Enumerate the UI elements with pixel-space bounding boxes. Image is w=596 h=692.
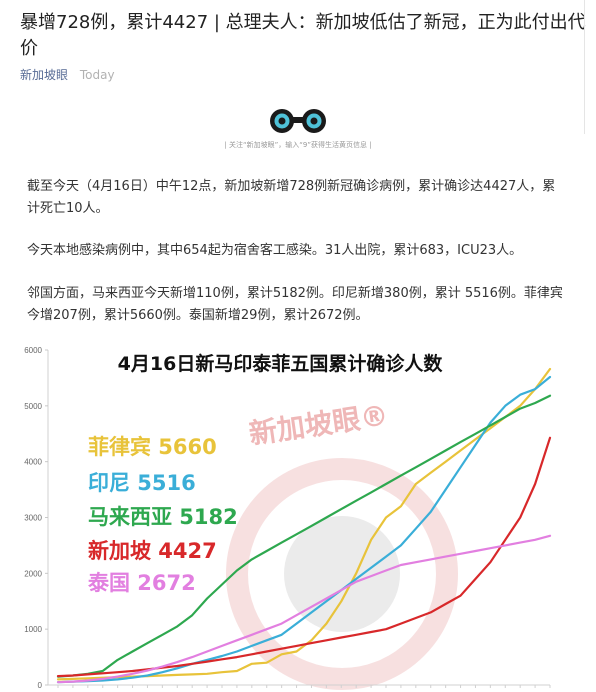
- legend-label-泰国: 泰国 2672: [87, 571, 196, 595]
- y-tick-label: 0: [38, 681, 43, 690]
- y-tick-label: 3000: [24, 514, 42, 523]
- follow-hint: | 关注“新加坡眼”，输入“9”获得生活黄页信息 |: [224, 141, 372, 149]
- watermark-text: 新加坡眼®: [247, 399, 390, 451]
- paragraph-2: 今天本地感染病例中，其中654起为宿舍客工感染。31人出院，累计683，ICU2…: [27, 243, 523, 258]
- paragraph-1: 截至今天（4月16日）中午12点，新加坡新增728例新冠确诊病例，累计确诊达44…: [27, 179, 556, 216]
- paragraph-3: 邻国方面，马来西亚今天新增110例，累计5182例。印尼新增380例，累计 55…: [27, 286, 563, 323]
- covid-cumulative-chart: 新加坡眼® 0 1000 2000 3000 4000 5000 6000 4月16日新马印泰菲…: [24, 346, 552, 690]
- watermark-disc: [284, 516, 400, 632]
- legend-label-菲律宾: 菲律宾 5660: [88, 435, 217, 459]
- legend-label-马来西亚: 马来西亚 5182: [88, 505, 238, 529]
- binoculars-icon: [270, 109, 326, 133]
- article-title: 暴增728例，累计4427 | 总理夫人：新加坡低估了新冠，正为此付出代价: [20, 12, 586, 59]
- y-tick-label: 1000: [24, 625, 42, 634]
- y-tick-label: 2000: [24, 569, 42, 578]
- legend-label-印尼: 印尼 5516: [88, 471, 196, 495]
- legend-label-新加坡: 新加坡 4427: [88, 539, 217, 563]
- chart-title: 4月16日新马印泰菲五国累计确诊人数: [118, 352, 444, 375]
- y-tick-label: 5000: [24, 402, 42, 411]
- article-meta: 新加坡眼 Today: [20, 66, 115, 83]
- y-tick-label: 6000: [24, 346, 42, 355]
- author-link[interactable]: 新加坡眼: [20, 68, 68, 82]
- sidebar-divider: [584, 0, 585, 134]
- y-tick-label: 4000: [24, 458, 42, 467]
- publish-date: Today: [79, 68, 115, 82]
